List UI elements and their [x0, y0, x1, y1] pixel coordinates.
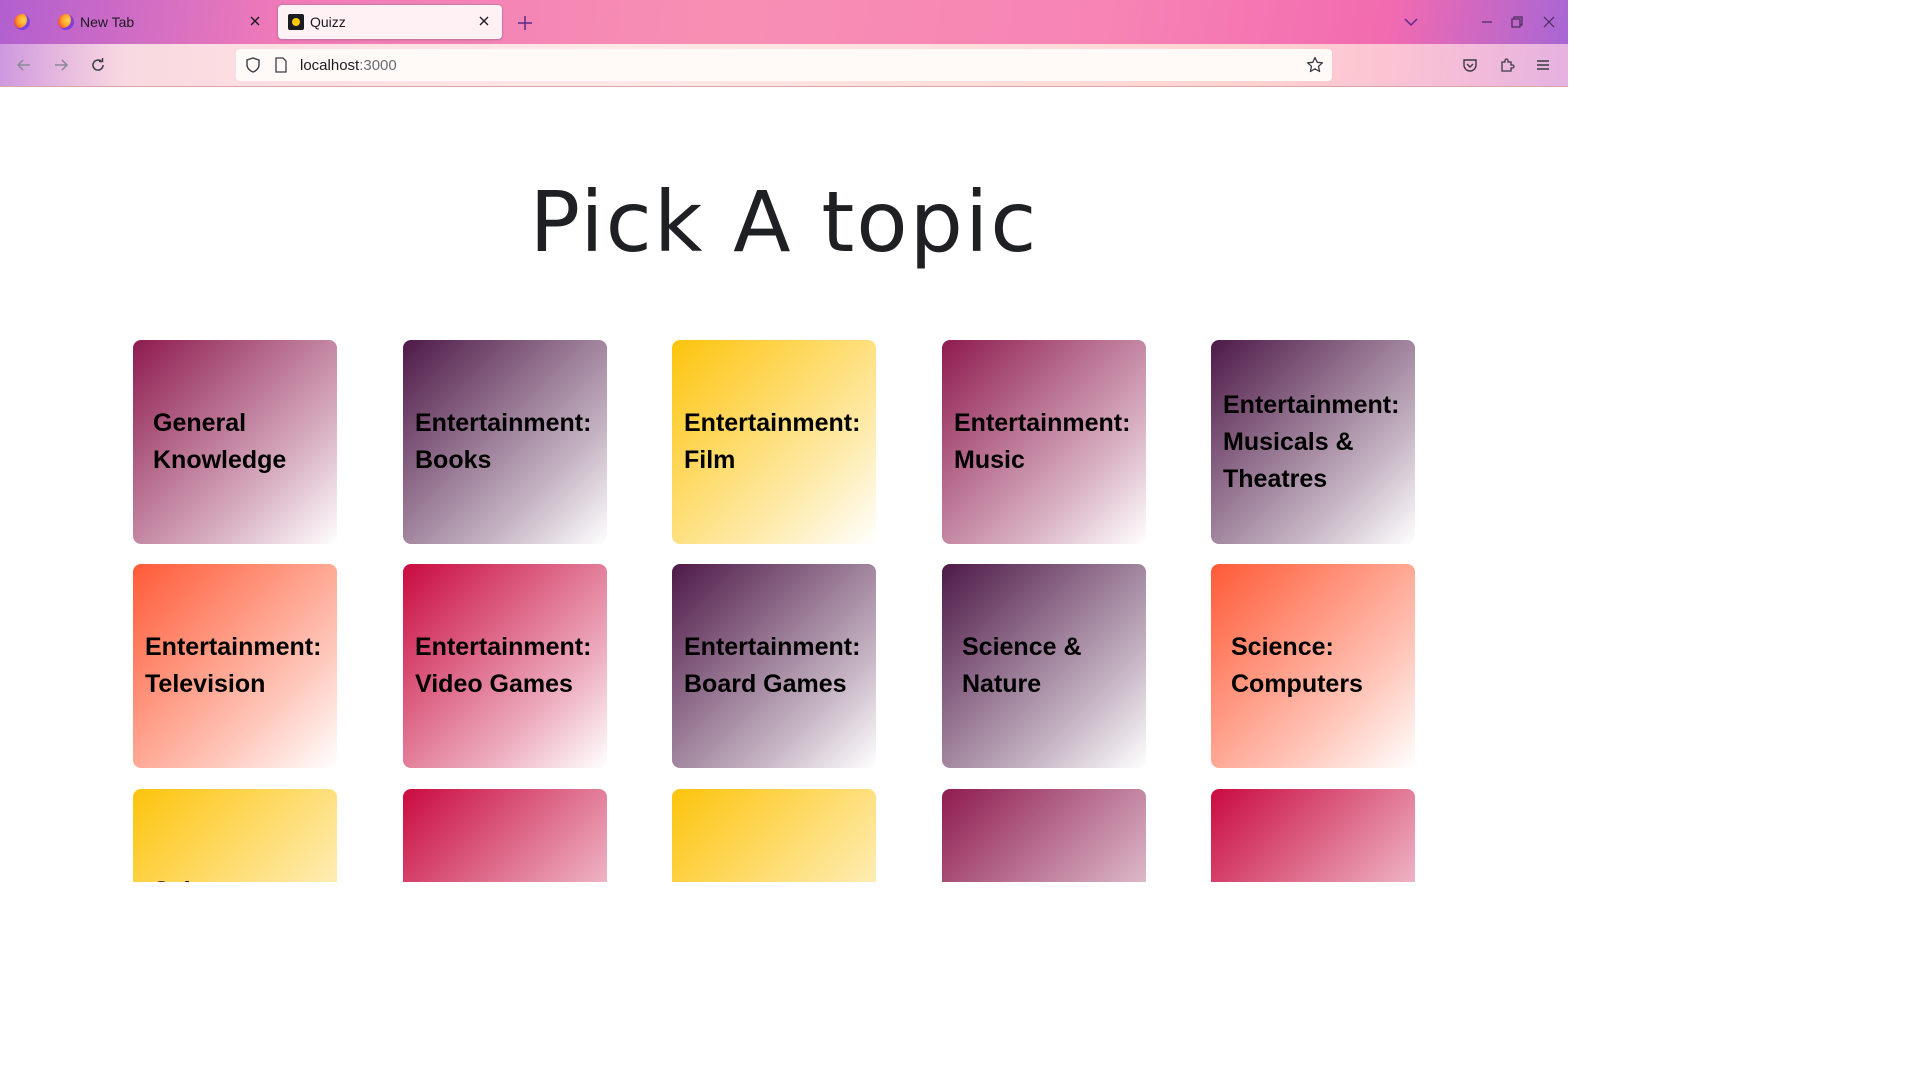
minimize-button[interactable] — [1472, 8, 1502, 36]
reload-icon — [92, 58, 104, 71]
topic-card[interactable] — [672, 789, 876, 882]
topic-card[interactable] — [403, 789, 607, 882]
pocket-icon — [1463, 59, 1477, 72]
firefox-logo-icon — [58, 14, 74, 30]
close-icon[interactable] — [476, 14, 492, 30]
tracking-protection-icon[interactable] — [244, 56, 262, 74]
reload-button[interactable] — [84, 51, 112, 79]
chevron-down-icon — [1404, 18, 1418, 27]
back-arrow-icon — [16, 59, 30, 71]
tab-title: Quizz — [310, 14, 346, 30]
topic-label: Entertainment: Television — [145, 633, 322, 698]
close-icon — [1543, 16, 1555, 28]
browser-chrome: New Tab Quizz localhost:3000 — [0, 0, 1568, 87]
topic-card[interactable] — [1211, 789, 1415, 882]
topic-card[interactable]: Entertainment: Film — [672, 340, 876, 544]
close-window-button[interactable] — [1534, 8, 1564, 36]
close-icon[interactable] — [247, 14, 263, 30]
page-icon[interactable] — [272, 56, 290, 74]
navigation-toolbar: localhost:3000 — [0, 44, 1568, 86]
minimize-icon — [1482, 21, 1492, 23]
topic-card[interactable] — [942, 789, 1146, 882]
url-text[interactable]: localhost:3000 — [300, 57, 397, 74]
address-bar[interactable]: localhost:3000 — [236, 49, 1332, 81]
forward-arrow-icon — [55, 59, 69, 71]
topic-label: General Knowledge — [153, 409, 287, 474]
quizz-favicon-icon — [288, 14, 304, 30]
topic-label: Entertainment: Film — [684, 409, 861, 474]
topic-label: Science: — [143, 873, 327, 883]
hamburger-menu-icon — [1537, 60, 1549, 70]
url-port: :3000 — [359, 56, 397, 74]
firefox-view-button[interactable] — [0, 0, 43, 44]
forward-button[interactable] — [47, 51, 75, 79]
restore-button[interactable] — [1502, 8, 1532, 36]
topic-card[interactable]: Science: — [133, 789, 337, 882]
topic-card[interactable]: Science: Computers — [1211, 564, 1415, 768]
topic-card[interactable]: Entertainment: Books — [403, 340, 607, 544]
url-host: localhost — [300, 56, 360, 74]
topic-card[interactable]: Entertainment: Video Games — [403, 564, 607, 768]
bookmark-star-button[interactable] — [1304, 54, 1326, 76]
tab-strip: New Tab Quizz — [0, 0, 1568, 44]
star-icon — [1306, 56, 1324, 73]
extensions-button[interactable] — [1493, 51, 1521, 79]
topic-card[interactable]: General Knowledge — [133, 340, 337, 544]
back-button[interactable] — [10, 51, 38, 79]
topic-label: Entertainment: Musicals & Theatres — [1223, 390, 1400, 493]
topic-label: Science: Computers — [1231, 633, 1363, 698]
pocket-button[interactable] — [1456, 51, 1484, 79]
new-tab-button[interactable] — [512, 10, 538, 36]
restore-icon — [1511, 16, 1523, 28]
topic-label: Science & Nature — [962, 633, 1082, 698]
topic-label: Entertainment: Books — [415, 409, 592, 474]
topic-label: Entertainment: Board Games — [684, 633, 861, 698]
tab-new-tab[interactable]: New Tab — [48, 5, 273, 39]
firefox-logo-icon — [13, 14, 30, 30]
page-content: Pick A topic General Knowledge Entertainm… — [0, 87, 1568, 882]
tab-quizz[interactable]: Quizz — [278, 5, 502, 39]
page-title: Pick A topic — [529, 173, 1039, 271]
topic-label: Entertainment: Music — [954, 409, 1131, 474]
topic-card[interactable]: Entertainment: Board Games — [672, 564, 876, 768]
topic-card[interactable]: Entertainment: Music — [942, 340, 1146, 544]
plus-icon — [518, 16, 532, 30]
puzzle-icon — [1501, 58, 1515, 72]
tab-title: New Tab — [80, 14, 135, 30]
tab-list-button[interactable] — [1398, 10, 1424, 34]
topic-card[interactable]: Science & Nature — [942, 564, 1146, 768]
topic-card[interactable]: Entertainment: Musicals & Theatres — [1211, 340, 1415, 544]
topic-card[interactable]: Entertainment: Television — [133, 564, 337, 768]
app-menu-button[interactable] — [1529, 51, 1557, 79]
topic-label: Entertainment: Video Games — [415, 633, 592, 698]
